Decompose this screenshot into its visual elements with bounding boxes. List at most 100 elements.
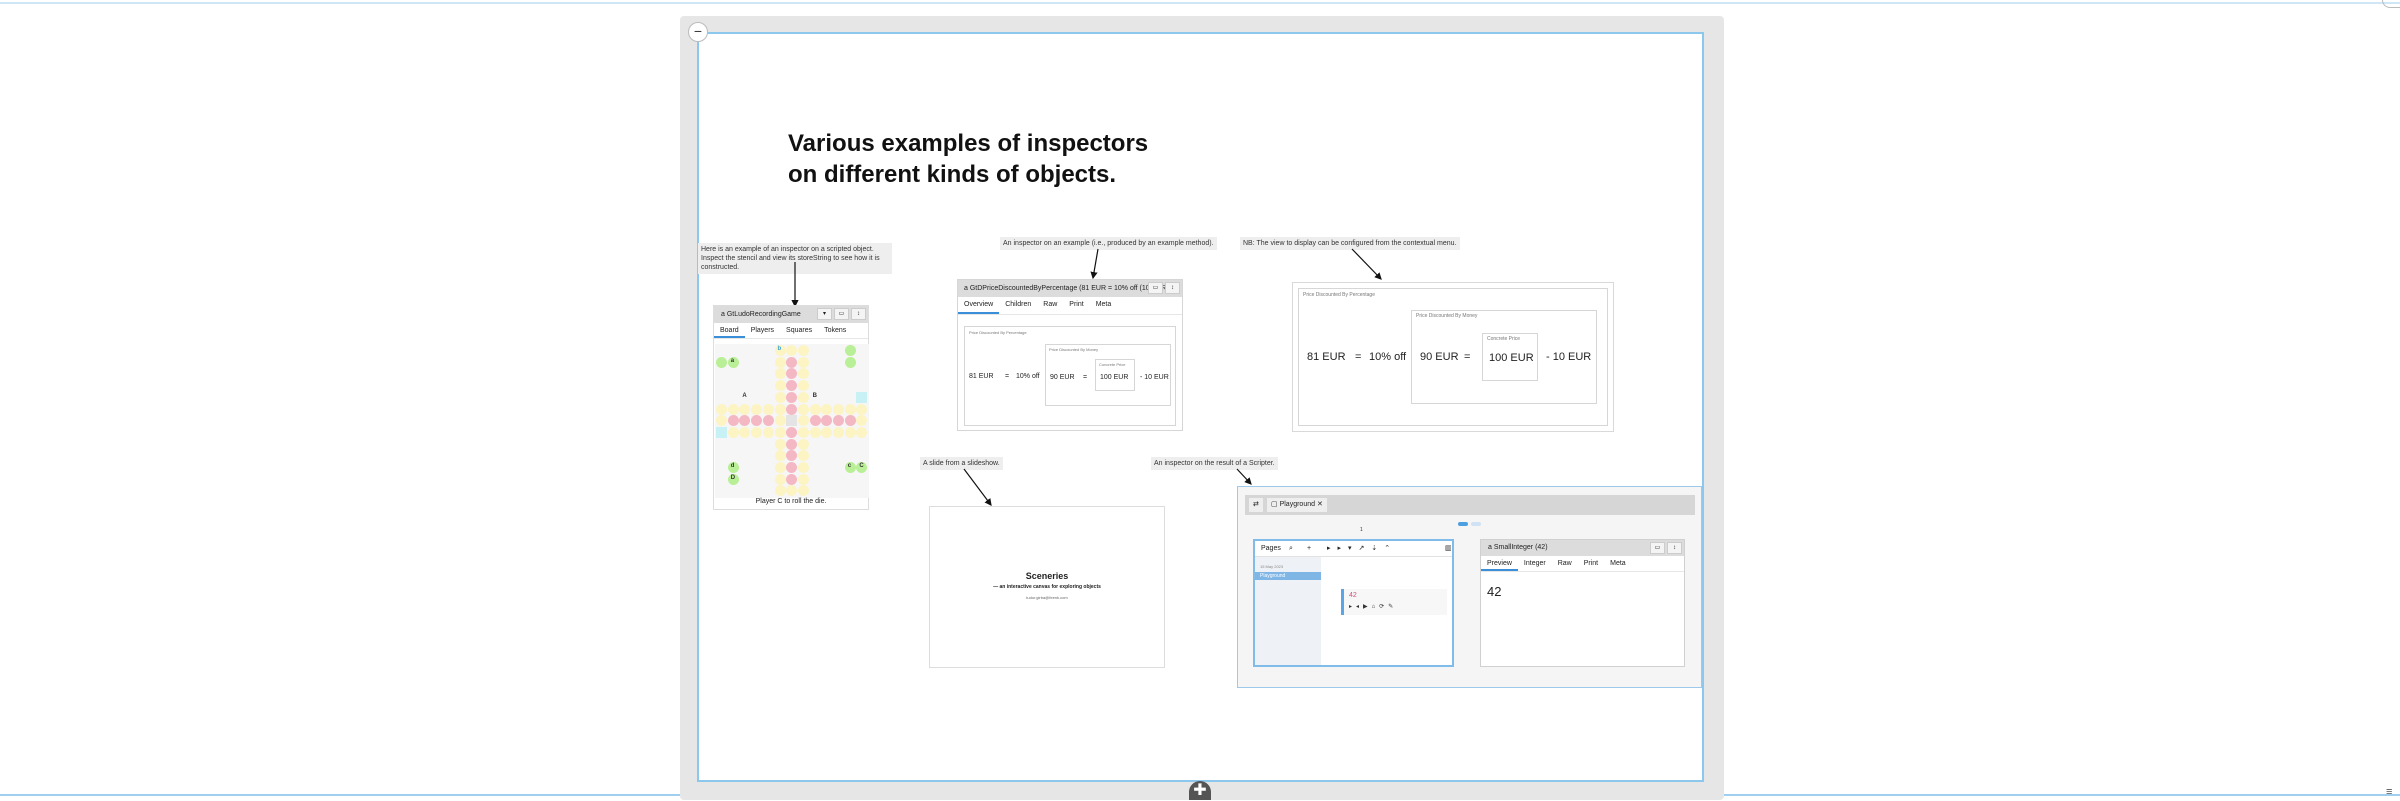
board-square: [774, 473, 786, 485]
bigprice-outer-box: Price Discounted By Percentage 81 EUR = …: [1298, 288, 1608, 426]
inspect-icon[interactable]: ▭: [834, 308, 849, 320]
price-base-value: 100 EUR: [1100, 374, 1129, 381]
board-square: [797, 426, 809, 438]
slide-subtitle: — an interactive canvas for exploring ob…: [993, 584, 1101, 590]
tab-raw[interactable]: Raw: [1552, 556, 1578, 571]
expand-icon[interactable]: ↕: [1667, 542, 1682, 554]
pane-indicator-active[interactable]: [1458, 522, 1468, 526]
board-square: [833, 415, 844, 427]
price-view-large[interactable]: Price Discounted By Percentage 81 EUR = …: [1292, 282, 1614, 432]
board-square: [774, 438, 786, 450]
close-icon[interactable]: ✕: [1317, 501, 1323, 508]
resize-icon[interactable]: ≡: [2386, 786, 2400, 798]
home-square: [716, 426, 727, 438]
note-scripter: An inspector on the result of a Scripter…: [1151, 457, 1278, 470]
board-square: [797, 403, 809, 415]
tab-raw[interactable]: Raw: [1037, 297, 1063, 314]
bigprice-inner-label: Concrete Price: [1487, 336, 1521, 342]
tab-integer[interactable]: Integer: [1518, 556, 1552, 571]
board-square: [797, 462, 809, 473]
price-eq1: =: [1005, 373, 1010, 380]
result-inspector[interactable]: a SmallInteger (42) ▭ ↕ Preview Integer …: [1480, 539, 1685, 667]
plus-icon[interactable]: ✚: [1189, 781, 1211, 800]
tab-print[interactable]: Print: [1578, 556, 1604, 571]
slide-preview[interactable]: Sceneries — an interactive canvas for ex…: [929, 506, 1165, 668]
ludo-title-text: a GtLudoRecordingGame: [721, 311, 801, 318]
price-inspector[interactable]: a GtDPriceDiscountedByPercentage (81 EUR…: [957, 279, 1183, 431]
board-square: [844, 415, 856, 427]
board-square: [727, 426, 739, 438]
token-label-a: a: [730, 357, 735, 364]
tab-squares[interactable]: Squares: [780, 323, 818, 338]
home-square-a: [716, 356, 727, 368]
add-page-icon[interactable]: +: [1307, 541, 1311, 557]
board-square: [786, 426, 798, 438]
inspect-icon[interactable]: ▭: [1650, 542, 1665, 554]
price-mid-value: 90 EUR: [1050, 374, 1075, 381]
pane-indicator[interactable]: [1471, 522, 1481, 526]
price-title-text: a GtDPriceDiscountedByPercentage (81 EUR…: [964, 285, 1174, 292]
board-square: [844, 426, 856, 438]
board-square: [856, 415, 868, 427]
token-label-B: B: [812, 392, 817, 399]
code-snippet[interactable]: 42 ▸◂▶⌂⟳✎: [1341, 589, 1447, 615]
minus-icon[interactable]: −: [688, 22, 708, 42]
pages-pane[interactable]: Pages ⌕ + ▸▸▾↗⇣⌃ ▥ 15 May 2023 Playgroun…: [1253, 539, 1454, 667]
price-pct: 10% off: [1016, 373, 1040, 380]
bigprice-base-value: 100 EUR: [1489, 352, 1534, 364]
slide-email: tudor.girba@feenk.com: [1026, 595, 1068, 600]
board-square: [797, 391, 809, 403]
ludo-inspector[interactable]: a GtLudoRecordingGame ▾ ▭ ↕ Board Player…: [713, 305, 869, 510]
tab-players[interactable]: Players: [745, 323, 780, 338]
price-minus-value: - 10 EUR: [1140, 374, 1169, 381]
board-square: [797, 345, 809, 356]
snippet-toolbar[interactable]: ▸◂▶⌂⟳✎: [1349, 603, 1397, 610]
pages-list[interactable]: 15 May 2023 Playground: [1255, 557, 1321, 665]
board-square: [762, 426, 774, 438]
expand-icon[interactable]: ↕: [851, 308, 866, 320]
code-text[interactable]: 42: [1349, 592, 1357, 599]
bigprice-middle-label: Price Discounted By Money: [1416, 313, 1478, 319]
board-square: [786, 485, 798, 497]
home-square-b: [844, 356, 856, 368]
pages-header: Pages ⌕ + ▸▸▾↗⇣⌃ ▥: [1255, 541, 1452, 557]
note-slide: A slide from a slideshow.: [920, 457, 1003, 470]
search-icon[interactable]: ⌕: [1289, 541, 1293, 557]
scripter-inspector[interactable]: ⇄ ▢ Playground ✕ Pages ⌕ + ▸▸▾↗⇣⌃ ▥ 15 M…: [1237, 486, 1702, 688]
token-label-d: d: [730, 463, 735, 469]
tab-overview[interactable]: Overview: [958, 297, 1000, 314]
expand-icon[interactable]: ↕: [1165, 282, 1180, 294]
board-square: [774, 450, 786, 462]
tab-meta[interactable]: Meta: [1090, 297, 1118, 314]
tab-board[interactable]: Board: [714, 323, 745, 338]
board-square: [762, 415, 774, 427]
price-inner-label: Concrete Price: [1099, 362, 1126, 367]
tab-print[interactable]: Print: [1063, 297, 1089, 314]
tab-children[interactable]: Children: [999, 297, 1037, 314]
bigprice-middle-box: Price Discounted By Money 90 EUR = Concr…: [1411, 310, 1597, 404]
board-square: [797, 380, 809, 392]
board-square: [809, 426, 821, 438]
ludo-status: Player C to roll the die.: [755, 498, 827, 505]
toolbar-icons[interactable]: ▸▸▾↗⇣⌃: [1327, 541, 1397, 557]
ludo-board[interactable]: a b A BdDc C: [715, 344, 869, 498]
board-square: [774, 403, 786, 415]
note-view: NB: The view to display can be configure…: [1240, 237, 1460, 250]
tab-playground[interactable]: ▢ Playground ✕: [1267, 498, 1327, 512]
inspect-icon[interactable]: ▭: [1148, 282, 1163, 294]
tab-preview[interactable]: Preview: [1481, 556, 1518, 571]
board-square: [739, 426, 751, 438]
board-square: [786, 345, 798, 356]
page-item-playground[interactable]: Playground: [1255, 572, 1321, 580]
top-border: [0, 2, 2400, 4]
board-square: [821, 426, 833, 438]
corner-handle-top-right[interactable]: [2382, 0, 2400, 8]
board-square: [797, 485, 809, 497]
tab-tokens[interactable]: Tokens: [818, 323, 852, 338]
board-square: [809, 403, 821, 415]
tab-icon[interactable]: ⇄: [1249, 498, 1263, 512]
trash-icon[interactable]: ▥: [1445, 541, 1452, 557]
chevron-down-icon[interactable]: ▾: [817, 308, 832, 320]
tab-meta[interactable]: Meta: [1604, 556, 1632, 571]
page-date: 15 May 2023: [1260, 564, 1284, 569]
